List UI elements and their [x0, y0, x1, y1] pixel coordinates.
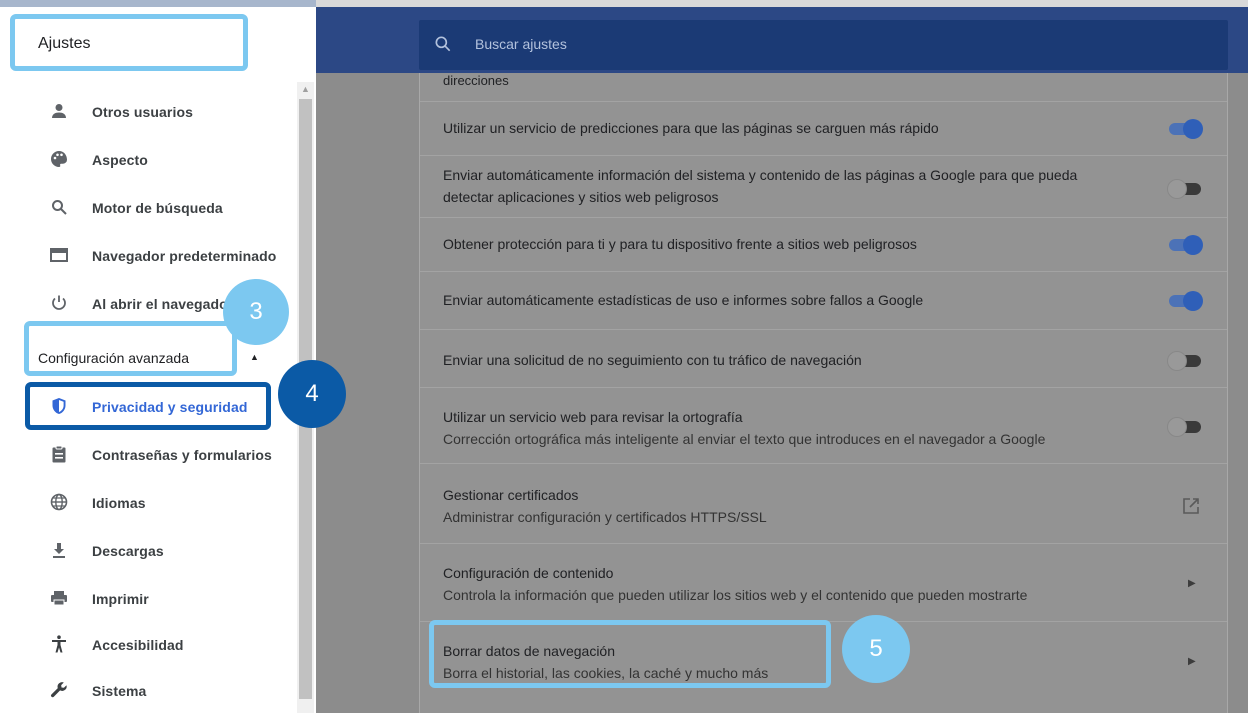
- sidebar-item-otros-usuarios[interactable]: Otros usuarios: [0, 88, 296, 136]
- toggle-ortografia[interactable]: [1167, 416, 1203, 437]
- scroll-up-arrow-icon[interactable]: ▲: [297, 82, 314, 96]
- sidebar-item-descargas[interactable]: Descargas: [0, 527, 296, 575]
- privacy-settings-card: direcciones Utilizar un servicio de pred…: [419, 73, 1228, 713]
- sidebar-item-aspecto[interactable]: Aspecto: [0, 136, 296, 184]
- palette-icon: [44, 150, 74, 171]
- row-title: Enviar automáticamente información del s…: [443, 167, 1078, 205]
- toggle-proteccion[interactable]: [1167, 234, 1203, 255]
- row-title: Obtener protección para ti y para tu dis…: [443, 236, 917, 252]
- chevron-up-icon[interactable]: ▲: [250, 352, 259, 362]
- settings-row-no-seguimiento[interactable]: Enviar una solicitud de no seguimiento c…: [420, 329, 1227, 387]
- sidebar-item-imprimir[interactable]: Imprimir: [0, 575, 296, 623]
- step-badge-5: 5: [842, 615, 910, 683]
- accessibility-icon: [44, 634, 74, 656]
- sidebar-item-sistema[interactable]: Sistema: [0, 667, 296, 713]
- sidebar-item-motor-busqueda[interactable]: Motor de búsqueda: [0, 184, 296, 232]
- wrench-icon: [44, 681, 74, 702]
- settings-row-ortografia[interactable]: Utilizar un servicio web para revisar la…: [420, 387, 1227, 463]
- search-icon: [435, 36, 451, 52]
- drawer-title: Ajustes: [38, 35, 91, 52]
- sidebar-item-label: Sistema: [92, 683, 147, 699]
- external-link-icon[interactable]: [1182, 497, 1200, 515]
- clipboard-icon: [44, 445, 74, 466]
- row-subtitle: Corrección ortográfica más inteligente a…: [443, 431, 1046, 447]
- settings-row-predicciones[interactable]: Utilizar un servicio de predicciones par…: [420, 101, 1227, 155]
- row-title: Configuración de contenido: [443, 565, 614, 581]
- sidebar-item-label: Contraseñas y formularios: [92, 447, 272, 463]
- sidebar-item-label: Idiomas: [92, 495, 146, 511]
- row-title: Utilizar un servicio de predicciones par…: [443, 120, 939, 136]
- settings-row-estadisticas[interactable]: Enviar automáticamente estadísticas de u…: [420, 271, 1227, 329]
- sidebar-item-accesibilidad[interactable]: Accesibilidad: [0, 621, 296, 669]
- toggle-predicciones[interactable]: [1167, 118, 1203, 139]
- step-badge-3: 3: [223, 279, 289, 345]
- highlight-frame-borrar: [429, 620, 831, 688]
- sidebar-item-contrasenas[interactable]: Contraseñas y formularios: [0, 431, 296, 479]
- highlight-frame-privacy: [25, 382, 271, 430]
- toggle-no-seguimiento[interactable]: [1167, 350, 1203, 371]
- sidebar-item-idiomas[interactable]: Idiomas: [0, 479, 296, 527]
- settings-row-partial: direcciones: [420, 73, 1227, 101]
- row-title: Utilizar un servicio web para revisar la…: [443, 409, 743, 425]
- sidebar-item-navegador-predeterminado[interactable]: Navegador predeterminado: [0, 232, 296, 280]
- chevron-right-icon[interactable]: ▶: [1188, 656, 1196, 667]
- sidebar-item-label: Imprimir: [92, 591, 149, 607]
- sidebar-item-label: Descargas: [92, 543, 164, 559]
- row-title: direcciones: [443, 73, 509, 88]
- settings-row-contenido[interactable]: Configuración de contenido Controla la i…: [420, 543, 1227, 621]
- advanced-section-toggle[interactable]: Configuración avanzada: [38, 350, 189, 366]
- sidebar-item-label: Motor de búsqueda: [92, 200, 223, 216]
- row-subtitle: Administrar configuración y certificados…: [443, 509, 767, 525]
- globe-icon: [44, 493, 74, 514]
- person-icon: [44, 103, 74, 122]
- browser-window-icon: [44, 247, 74, 266]
- sidebar-item-label: Aspecto: [92, 152, 148, 168]
- sidebar-item-label: Otros usuarios: [92, 104, 193, 120]
- sidebar-item-label: Al abrir el navegador: [92, 296, 234, 312]
- settings-row-informacion-sistema[interactable]: Enviar automáticamente información del s…: [420, 155, 1227, 217]
- chevron-right-icon[interactable]: ▶: [1188, 578, 1196, 589]
- power-icon: [44, 294, 74, 315]
- search-icon: [44, 199, 74, 218]
- toggle-estadisticas[interactable]: [1167, 290, 1203, 311]
- row-title: Gestionar certificados: [443, 487, 579, 503]
- toggle-informacion-sistema[interactable]: [1167, 178, 1203, 199]
- row-subtitle: Controla la información que pueden utili…: [443, 587, 1028, 603]
- sidebar-item-label: Navegador predeterminado: [92, 248, 277, 264]
- row-title: Enviar una solicitud de no seguimiento c…: [443, 352, 862, 368]
- step-badge-4: 4: [278, 360, 346, 428]
- search-input[interactable]: Buscar ajustes: [475, 36, 567, 52]
- window-top-strip: [316, 0, 1248, 7]
- highlight-frame-advanced: [24, 321, 237, 376]
- row-title: Enviar automáticamente estadísticas de u…: [443, 292, 924, 308]
- download-icon: [44, 542, 74, 561]
- settings-row-certificados[interactable]: Gestionar certificados Administrar confi…: [420, 463, 1227, 543]
- printer-icon: [44, 590, 74, 609]
- settings-row-proteccion[interactable]: Obtener protección para ti y para tu dis…: [420, 217, 1227, 271]
- search-box[interactable]: Buscar ajustes: [419, 20, 1228, 70]
- sidebar-item-label: Accesibilidad: [92, 637, 184, 653]
